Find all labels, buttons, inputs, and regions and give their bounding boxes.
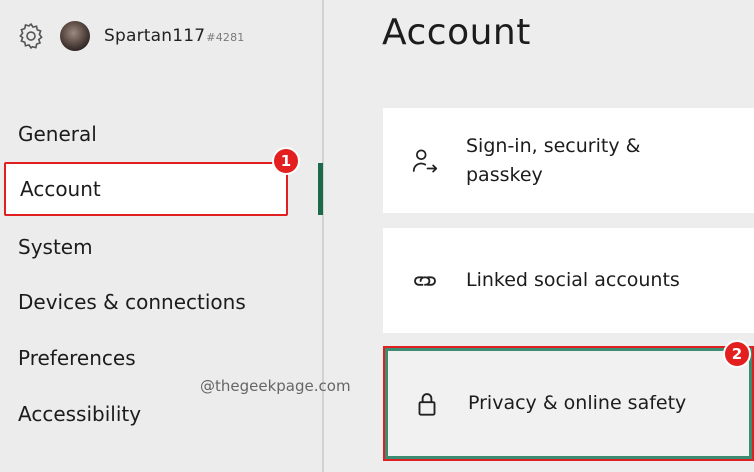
link-icon xyxy=(410,266,440,296)
card-label: Linked social accounts xyxy=(466,269,680,291)
sidebar-item-label: System xyxy=(18,235,93,259)
profile-header: Spartan117#4281 xyxy=(14,18,245,54)
gamertag: Spartan117#4281 xyxy=(104,26,245,46)
person-arrow-icon xyxy=(410,146,440,176)
sidebar-item-general[interactable]: General xyxy=(0,108,318,160)
gear-icon[interactable] xyxy=(14,19,48,53)
card-sign-in-security[interactable]: Sign-in, security & passkey xyxy=(383,108,754,213)
active-indicator-bar xyxy=(318,163,323,215)
sidebar-item-label: Devices & connections xyxy=(18,290,246,314)
sidebar-item-account[interactable]: Account xyxy=(4,162,288,216)
step-badge-1: 1 xyxy=(272,147,300,175)
lock-icon xyxy=(412,389,442,419)
sidebar-item-devices-connections[interactable]: Devices & connections xyxy=(0,276,318,328)
gamertag-suffix: #4281 xyxy=(206,31,245,44)
card-label: Privacy & online safety xyxy=(468,392,687,414)
card-label: Sign-in, security & passkey xyxy=(466,134,641,186)
sidebar-item-accessibility[interactable]: Accessibility xyxy=(0,388,318,440)
watermark: @thegeekpage.com xyxy=(200,377,351,395)
page-title: Account xyxy=(382,12,531,53)
sidebar-divider xyxy=(322,0,324,472)
sidebar-item-label: General xyxy=(18,122,97,146)
step-badge-2: 2 xyxy=(723,340,751,368)
avatar[interactable] xyxy=(60,21,90,51)
card-privacy-online-safety[interactable]: Privacy & online safety xyxy=(383,346,754,461)
sidebar-item-label: Preferences xyxy=(18,346,136,370)
card-linked-social-accounts[interactable]: Linked social accounts xyxy=(383,228,754,333)
sidebar-item-label: Account xyxy=(20,177,101,201)
sidebar-item-system[interactable]: System xyxy=(0,221,318,273)
sidebar-item-label: Accessibility xyxy=(18,402,142,426)
